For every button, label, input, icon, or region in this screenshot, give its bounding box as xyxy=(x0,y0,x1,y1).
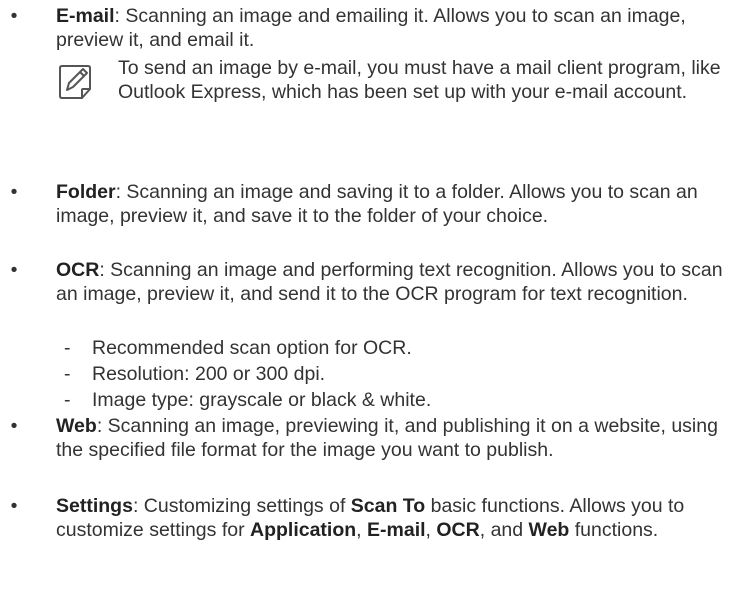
bullet: • xyxy=(10,495,18,517)
list-item-text: Web: Scanning an image, previewing it, a… xyxy=(56,414,736,462)
description: : Scanning an image and saving it to a f… xyxy=(56,181,698,227)
bullet: • xyxy=(10,259,18,281)
term-email: E-mail xyxy=(56,5,115,27)
list-item-text: Settings: Customizing settings of Scan T… xyxy=(56,494,736,542)
term-scan-to: Scan To xyxy=(350,495,426,517)
description: : Scanning an image, previewing it, and … xyxy=(56,415,718,461)
description: , and xyxy=(479,519,529,541)
list-item-text: Folder: Scanning an image and saving it … xyxy=(56,180,736,228)
term-web: Web xyxy=(528,519,570,541)
document-page: • E-mail: Scanning an image and emailing… xyxy=(0,0,754,600)
bullet: • xyxy=(10,5,18,27)
term-folder: Folder xyxy=(56,181,116,203)
term-ocr: OCR xyxy=(436,519,480,541)
description: functions. xyxy=(569,519,659,541)
note-text: To send an image by e-mail, you must hav… xyxy=(118,57,721,103)
term-settings: Settings xyxy=(56,495,133,517)
description: : Scanning an image and emailing it. All… xyxy=(56,5,686,51)
term-email: E-mail xyxy=(367,519,426,541)
list-item-text: OCR: Scanning an image and performing te… xyxy=(56,258,736,306)
term-application: Application xyxy=(250,519,357,541)
bullet: • xyxy=(10,415,18,437)
term-ocr: OCR xyxy=(56,259,100,281)
note-pencil-icon xyxy=(59,65,91,99)
dash: - xyxy=(64,337,71,359)
dash: - xyxy=(64,389,71,411)
term-web: Web xyxy=(56,415,97,437)
sub-item-text: Resolution: 200 or 300 dpi. xyxy=(92,363,326,385)
description: , xyxy=(356,519,368,541)
sub-item-text: Recommended scan option for OCR. xyxy=(92,337,412,359)
list-item-text: E-mail: Scanning an image and emailing i… xyxy=(56,4,736,52)
dash: - xyxy=(64,363,71,385)
bullet: • xyxy=(10,181,18,203)
sub-item-text: Image type: grayscale or black & white. xyxy=(92,389,432,411)
description: , xyxy=(425,519,437,541)
description: : Scanning an image and performing text … xyxy=(56,259,723,305)
description: : Customizing settings of xyxy=(132,495,351,517)
